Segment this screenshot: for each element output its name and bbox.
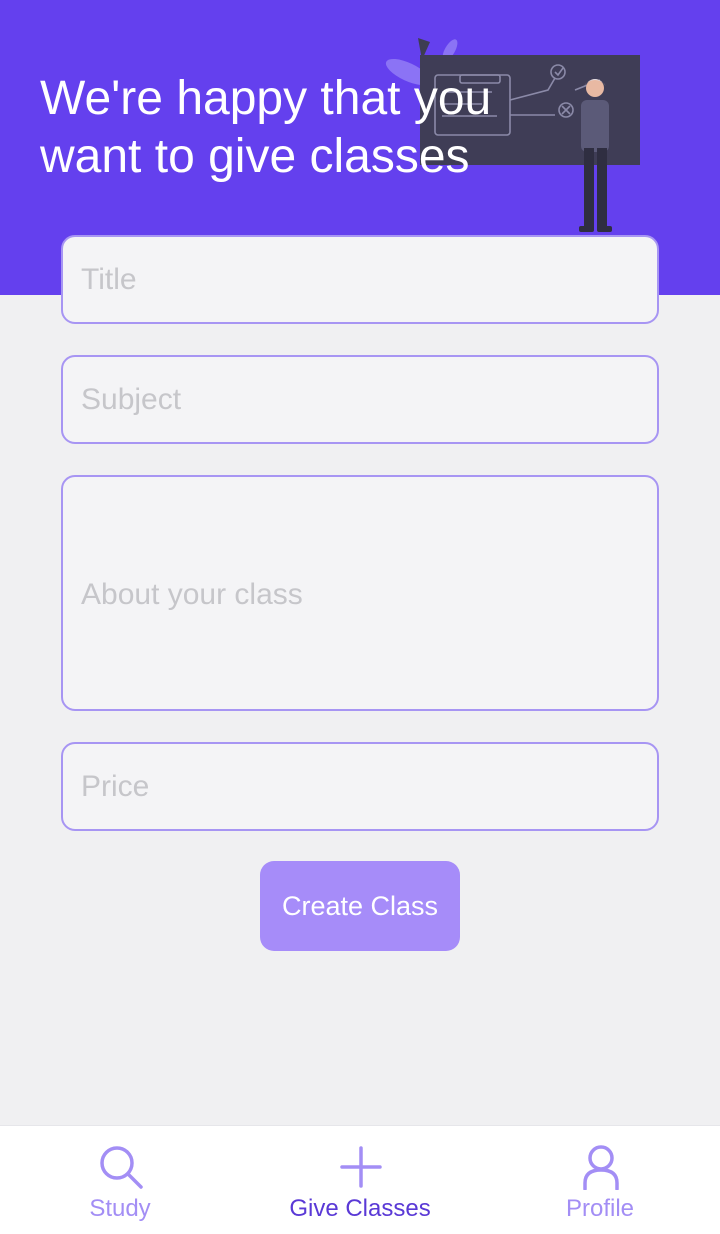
tab-study-label: Study — [89, 1195, 151, 1222]
tab-give-classes-label: Give Classes — [289, 1195, 431, 1222]
page-title: We're happy that you want to give classe… — [40, 72, 492, 183]
user-icon — [583, 1145, 619, 1190]
about-class-textarea[interactable] — [61, 475, 659, 711]
tab-profile-label: Profile — [565, 1195, 635, 1222]
tab-study[interactable]: Study — [0, 1126, 240, 1234]
title-input[interactable] — [61, 235, 659, 324]
create-class-button[interactable]: Create Class — [260, 861, 460, 951]
tab-profile[interactable]: Profile — [480, 1126, 720, 1234]
subject-input[interactable] — [61, 355, 659, 444]
bottom-tab-bar: Study Give Classes Profile — [0, 1125, 720, 1234]
price-input[interactable] — [61, 742, 659, 831]
tab-give-classes[interactable]: Give Classes — [240, 1126, 480, 1234]
search-icon — [100, 1146, 143, 1189]
give-classes-screen: We're happy that you want to give classe… — [0, 0, 720, 1234]
plus-icon — [340, 1146, 382, 1188]
